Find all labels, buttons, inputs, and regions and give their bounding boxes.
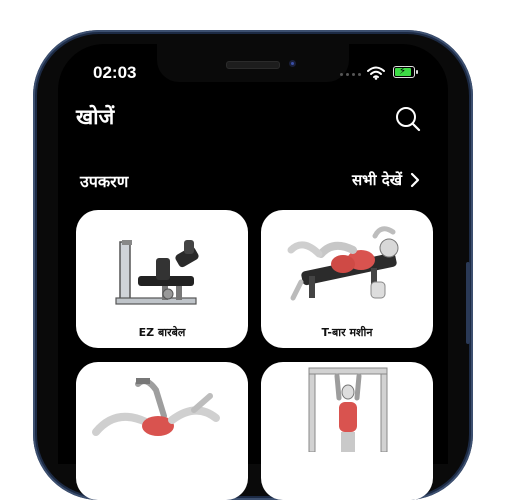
equipment-card[interactable] — [261, 362, 433, 500]
page-title: खोजें — [76, 105, 115, 129]
see-all-button[interactable]: सभी देखें — [352, 170, 420, 190]
card-label: T-बार मशीन — [321, 326, 373, 339]
equipment-card[interactable]: T-बार मशीन — [261, 210, 433, 348]
search-icon[interactable] — [394, 105, 422, 133]
battery-icon: ⚡ — [393, 66, 418, 78]
section-title: उपकरण — [80, 172, 129, 191]
speaker-grille — [226, 61, 280, 69]
signal-icon — [340, 73, 361, 76]
see-all-label: सभी देखें — [352, 171, 403, 189]
status-time: 02:03 — [93, 63, 137, 82]
card-label: EZ बारबेल — [138, 326, 186, 339]
hanging-bar-exercise-image — [308, 367, 388, 452]
charging-bolt-icon: ⚡ — [399, 66, 407, 77]
equipment-card[interactable]: EZ बारबेल — [76, 210, 248, 348]
side-button — [466, 262, 470, 344]
equipment-card[interactable] — [76, 362, 248, 500]
bench-crunch-exercise-image — [287, 226, 399, 301]
leg-extension-machine-image — [115, 240, 199, 305]
chevron-right-icon — [410, 172, 420, 188]
wifi-icon — [367, 66, 385, 80]
front-camera — [289, 60, 296, 67]
lying-exercise-image — [92, 378, 220, 436]
